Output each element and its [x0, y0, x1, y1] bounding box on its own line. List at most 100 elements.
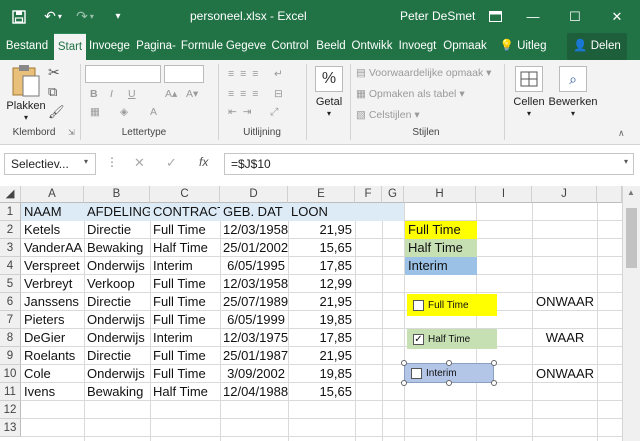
cut-icon[interactable]: ✂	[48, 64, 60, 81]
table-cell[interactable]: 21,95	[288, 293, 355, 311]
font-name-select[interactable]	[85, 65, 161, 83]
expand-formula-icon[interactable]: ▾	[624, 157, 628, 166]
column-header[interactable]: J	[532, 186, 597, 203]
table-cell[interactable]: 21,95	[288, 347, 355, 365]
tab-pagina[interactable]: Pagina-	[133, 33, 179, 60]
row-header[interactable]: 2	[0, 221, 21, 239]
table-cell[interactable]: Roelants	[21, 347, 84, 365]
selection-handle[interactable]	[491, 360, 497, 366]
insert-function-icon[interactable]: fx	[199, 155, 208, 169]
table-cell[interactable]: 3/09/2002	[220, 365, 288, 383]
checkbox-square[interactable]: ✓	[413, 333, 424, 345]
selection-handle[interactable]	[491, 380, 497, 386]
row-header[interactable]: 9	[0, 347, 21, 365]
font-color-icon[interactable]: A	[150, 106, 157, 118]
ribbon-display-icon[interactable]	[478, 0, 512, 33]
fill-color-icon[interactable]: ◈	[120, 106, 128, 118]
table-cell[interactable]: Ketels	[21, 221, 84, 239]
vertical-scrollbar[interactable]: ▲	[622, 186, 640, 441]
table-cell[interactable]: Verspreet	[21, 257, 84, 275]
table-cell[interactable]: Bewaking	[84, 383, 150, 401]
row-header[interactable]: 6	[0, 293, 21, 311]
result-cell[interactable]: ONWAAR	[533, 365, 597, 383]
column-header[interactable]	[597, 186, 622, 203]
table-cell[interactable]: VanderAA	[21, 239, 84, 257]
table-cell[interactable]: Interim	[150, 329, 220, 347]
collapse-ribbon-icon[interactable]: ∧	[618, 128, 625, 139]
italic-button[interactable]: I	[110, 88, 113, 100]
column-header[interactable]: D	[220, 186, 288, 203]
redo-icon[interactable]: ↷ ▾	[72, 0, 98, 33]
table-cell[interactable]: Janssens	[21, 293, 84, 311]
column-header[interactable]: I	[476, 186, 532, 203]
row-header[interactable]: 3	[0, 239, 21, 257]
tab-invoegen[interactable]: Invoege	[87, 33, 132, 60]
tab-ontwikkelaars[interactable]: Ontwikk	[350, 33, 394, 60]
dialog-launcher-icon[interactable]: ⇲	[68, 128, 75, 137]
result-cell[interactable]: WAAR	[533, 329, 597, 347]
result-cell[interactable]: ONWAAR	[533, 293, 597, 311]
paste-button[interactable]: Plakken ▾	[6, 64, 46, 124]
table-cell[interactable]: Cole	[21, 365, 84, 383]
scroll-thumb[interactable]	[626, 208, 637, 268]
header-cell[interactable]: GEB. DAT	[220, 203, 288, 221]
table-cell[interactable]: DeGier	[21, 329, 84, 347]
font-grow-icon[interactable]: A▴	[165, 88, 177, 100]
table-cell[interactable]: Pieters	[21, 311, 84, 329]
name-box-dropdown-icon[interactable]: ▾	[84, 157, 88, 166]
scroll-up-icon[interactable]: ▲	[627, 188, 635, 197]
tab-uitleg[interactable]: 💡 Uitleg	[494, 33, 552, 60]
table-cell[interactable]: 25/01/1987	[220, 347, 288, 365]
column-header[interactable]: C	[150, 186, 220, 203]
editing-button[interactable]: ⌕ Bewerken ▾	[548, 66, 598, 124]
font-shrink-icon[interactable]: A▾	[186, 88, 198, 100]
maximize-icon[interactable]: ☐	[558, 0, 592, 33]
column-header[interactable]: F	[355, 186, 382, 203]
column-header[interactable]: A	[21, 186, 84, 203]
table-cell[interactable]: Directie	[84, 221, 150, 239]
header-cell[interactable]: NAAM	[21, 203, 84, 221]
row-header[interactable]: 10	[0, 365, 21, 383]
undo-icon[interactable]: ↶ ▾	[40, 0, 66, 33]
table-cell[interactable]: 12/03/1958	[220, 275, 288, 293]
table-cell[interactable]: Half Time	[150, 383, 220, 401]
select-all-corner[interactable]: ◢	[0, 186, 21, 203]
cancel-icon[interactable]: ✕	[134, 155, 145, 171]
table-cell[interactable]: 17,85	[288, 257, 355, 275]
cells-button[interactable]: Cellen ▾	[508, 66, 550, 124]
selection-handle[interactable]	[446, 360, 452, 366]
close-icon[interactable]: ✕	[600, 0, 634, 33]
checkbox-half-time[interactable]: ✓ Half Time	[407, 329, 497, 349]
column-header[interactable]: B	[84, 186, 150, 203]
underline-button[interactable]: U	[128, 88, 136, 100]
formula-more-icon[interactable]: ⋮	[106, 155, 118, 169]
table-cell[interactable]: Bewaking	[84, 239, 150, 257]
table-cell[interactable]: 19,85	[288, 365, 355, 383]
table-cell[interactable]: Onderwijs	[84, 311, 150, 329]
row-header[interactable]: 5	[0, 275, 21, 293]
table-cell[interactable]: 25/07/1989	[220, 293, 288, 311]
table-cell[interactable]: 12/03/1958	[220, 221, 288, 239]
tab-opmaak[interactable]: Opmaak	[441, 33, 489, 60]
row-header[interactable]: 8	[0, 329, 21, 347]
format-table-button[interactable]: ▦ Opmaken als tabel ▾	[356, 88, 465, 100]
table-cell[interactable]: 12,99	[288, 275, 355, 293]
table-cell[interactable]: Directie	[84, 347, 150, 365]
table-cell[interactable]: 19,85	[288, 311, 355, 329]
selection-handle[interactable]	[446, 380, 452, 386]
table-cell[interactable]: Full Time	[150, 365, 220, 383]
table-cell[interactable]: Full Time	[150, 293, 220, 311]
copy-icon[interactable]: ⧉	[48, 84, 57, 100]
border-icon[interactable]: ▦	[90, 106, 100, 118]
tab-formules[interactable]: Formule	[180, 33, 224, 60]
legend-half-time[interactable]: Half Time	[405, 239, 477, 257]
tab-start[interactable]: Start	[54, 33, 86, 60]
table-cell[interactable]: 12/03/1975	[220, 329, 288, 347]
column-header[interactable]: E	[288, 186, 355, 203]
share-button[interactable]: 👤 Delen	[567, 33, 627, 60]
column-header[interactable]: H	[404, 186, 476, 203]
worksheet-grid[interactable]: ◢ A B C D E F G H I J 1 2 3 4 5 6 7 8 9 10 11 12 13 …	[0, 186, 622, 441]
legend-interim[interactable]: Interim	[405, 257, 477, 275]
table-cell[interactable]: Full Time	[150, 311, 220, 329]
format-painter-icon[interactable]: 🖌	[48, 104, 65, 120]
